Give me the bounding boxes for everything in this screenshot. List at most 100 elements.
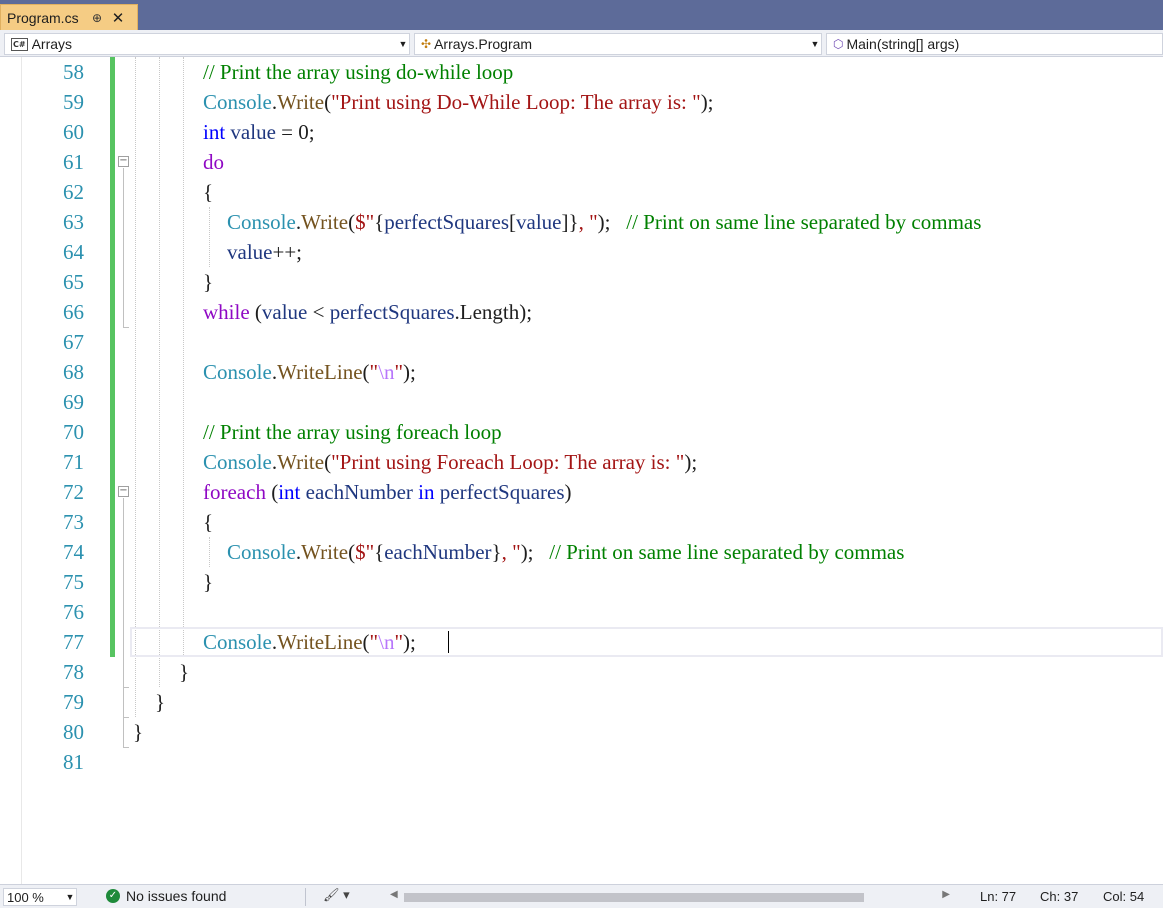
code-token: // Print the array using do-while loop bbox=[203, 60, 514, 84]
tab-program-cs[interactable]: Program.cs ⊕ ✕ bbox=[0, 4, 138, 30]
code-token: Write bbox=[301, 540, 349, 564]
code-token: Length); bbox=[459, 300, 533, 324]
code-line[interactable]: do bbox=[203, 147, 224, 177]
zoom-dropdown[interactable]: 100 % ▼ bbox=[3, 888, 77, 906]
line-number: 63 bbox=[63, 210, 84, 234]
code-line[interactable]: Console.Write("Print using Do-While Loop… bbox=[203, 87, 714, 117]
code-token: , " bbox=[578, 210, 598, 234]
code-line[interactable]: Console.WriteLine("\n"); bbox=[203, 357, 416, 387]
line-indicator[interactable]: Ln: 77 bbox=[980, 889, 1016, 904]
code-line[interactable]: { bbox=[203, 177, 213, 207]
line-number: 59 bbox=[63, 90, 84, 114]
code-line[interactable]: } bbox=[203, 567, 213, 597]
pin-icon[interactable]: ⊕ bbox=[87, 11, 107, 25]
code-token: Write bbox=[277, 450, 325, 474]
code-line[interactable]: // Print the array using foreach loop bbox=[203, 417, 502, 447]
indent-guide bbox=[159, 57, 160, 687]
code-editor[interactable]: 58 59 60 61 62 63 64 65 66 67 68 69 70 71 72 73 74 75 76 77… bbox=[0, 57, 1163, 884]
code-token: ); bbox=[684, 450, 698, 474]
code-token: ); bbox=[597, 210, 627, 234]
code-line[interactable]: // Print the array using do-while loop bbox=[203, 57, 513, 87]
close-icon[interactable]: ✕ bbox=[107, 9, 129, 27]
collapse-foreach-block-icon[interactable]: − bbox=[118, 486, 129, 497]
code-line[interactable]: while (value < perfectSquares.Length); bbox=[203, 297, 532, 327]
code-token: Console bbox=[203, 450, 272, 474]
code-token: ( bbox=[249, 300, 262, 324]
code-token: value bbox=[261, 300, 308, 324]
change-tracking-bar bbox=[110, 57, 115, 657]
code-line[interactable]: int value = 0; bbox=[203, 117, 315, 147]
fold-line bbox=[123, 168, 124, 327]
line-number: 74 bbox=[63, 540, 84, 564]
code-token: $" bbox=[355, 210, 375, 234]
line-number: 64 bbox=[63, 240, 84, 264]
code-line[interactable]: } bbox=[179, 657, 189, 687]
line-number: 79 bbox=[63, 690, 84, 714]
code-token: ( bbox=[348, 210, 356, 234]
line-number: 61 bbox=[63, 150, 84, 174]
project-label: Arrays bbox=[31, 36, 73, 52]
code-line[interactable]: value++; bbox=[227, 237, 302, 267]
code-token: eachNumber bbox=[305, 480, 413, 504]
method-icon: ⬡ bbox=[833, 37, 844, 51]
code-token: ( bbox=[348, 540, 356, 564]
fold-end bbox=[123, 717, 129, 718]
code-token: WriteLine bbox=[277, 360, 363, 384]
code-token: [ bbox=[509, 210, 517, 234]
code-cleanup-icon[interactable]: 🖌 ▾ bbox=[323, 887, 350, 903]
member-dropdown[interactable]: ⬡ Main(string[] args) bbox=[826, 33, 1163, 55]
code-line[interactable]: foreach (int eachNumber in perfectSquare… bbox=[203, 477, 572, 507]
code-token: } bbox=[491, 540, 502, 564]
fold-end bbox=[123, 327, 129, 328]
code-token: { bbox=[374, 210, 385, 234]
class-dropdown[interactable]: ✣ Arrays.Program ▼ bbox=[414, 33, 822, 55]
indent-guide bbox=[183, 57, 184, 657]
code-token: Console bbox=[203, 630, 272, 654]
code-line[interactable]: Console.Write("Print using Foreach Loop:… bbox=[203, 447, 697, 477]
indent-guide bbox=[209, 537, 210, 567]
code-token: ); bbox=[403, 360, 416, 384]
collapse-do-block-icon[interactable]: − bbox=[118, 156, 129, 167]
code-token: = 0; bbox=[275, 120, 315, 144]
chevron-down-icon: ▼ bbox=[65, 892, 75, 902]
code-token: value bbox=[227, 240, 273, 264]
code-token: int bbox=[203, 120, 226, 144]
issues-indicator[interactable]: ✓ No issues found bbox=[106, 888, 226, 904]
code-line[interactable]: Console.Write($"{eachNumber}, "); // Pri… bbox=[227, 537, 904, 567]
code-token: "Print using Foreach Loop: The array is:… bbox=[331, 450, 685, 474]
code-token: " bbox=[369, 360, 379, 384]
member-label: Main(string[] args) bbox=[846, 36, 960, 52]
project-dropdown[interactable]: C# Arrays ▼ bbox=[4, 33, 410, 55]
csharp-project-icon: C# bbox=[11, 37, 28, 51]
scrollbar-thumb[interactable] bbox=[404, 893, 864, 902]
char-indicator[interactable]: Ch: 37 bbox=[1040, 889, 1078, 904]
code-line[interactable]: { bbox=[203, 507, 213, 537]
code-line[interactable]: } bbox=[203, 267, 213, 297]
code-token: perfectSquares bbox=[384, 210, 510, 234]
scroll-right-icon[interactable]: ▶ bbox=[942, 889, 950, 900]
code-token: perfectSquares bbox=[439, 480, 565, 504]
code-token: } bbox=[203, 570, 214, 594]
code-token: ++; bbox=[272, 240, 303, 264]
horizontal-scrollbar[interactable]: ◀ ▶ bbox=[390, 889, 950, 903]
scroll-left-icon[interactable]: ◀ bbox=[390, 889, 398, 900]
fold-line bbox=[123, 498, 124, 687]
code-line[interactable]: Console.Write($"{perfectSquares[value]},… bbox=[227, 207, 981, 237]
code-token: } bbox=[133, 720, 144, 744]
tab-title: Program.cs bbox=[7, 9, 79, 26]
code-token: // Print the array using foreach loop bbox=[203, 420, 502, 444]
line-number: 80 bbox=[63, 720, 84, 744]
chevron-down-icon: ▼ bbox=[398, 39, 408, 49]
line-number: 65 bbox=[63, 270, 84, 294]
code-line[interactable]: Console.WriteLine("\n"); bbox=[203, 627, 416, 657]
code-token: do bbox=[203, 150, 224, 174]
zoom-level: 100 % bbox=[7, 889, 44, 905]
code-line[interactable]: } bbox=[133, 717, 143, 747]
code-token: eachNumber bbox=[384, 540, 492, 564]
line-number: 78 bbox=[63, 660, 84, 684]
code-token: Console bbox=[203, 360, 272, 384]
code-token: value bbox=[516, 210, 562, 234]
editor-left-margin bbox=[0, 57, 22, 884]
code-line[interactable]: } bbox=[155, 687, 165, 717]
column-indicator[interactable]: Col: 54 bbox=[1103, 889, 1144, 904]
